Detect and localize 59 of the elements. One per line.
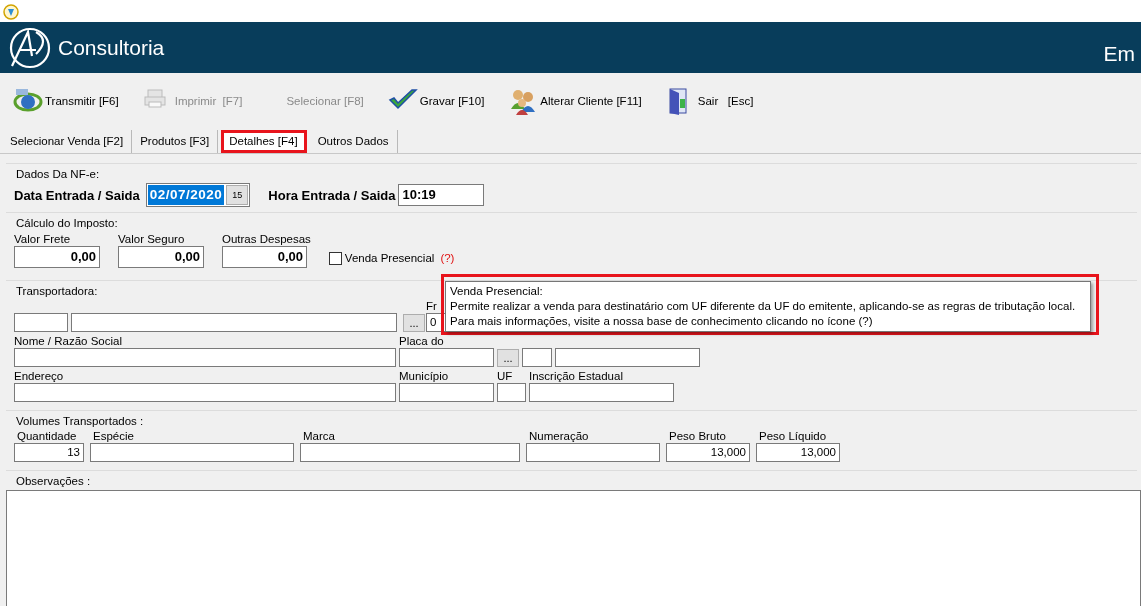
input-field[interactable]: 0,00 — [118, 245, 204, 268]
checkbox[interactable] — [328, 251, 342, 265]
input-field[interactable]: 0,00 — [222, 245, 307, 268]
input-field[interactable] — [300, 443, 520, 462]
browse-button[interactable]: ... — [497, 348, 519, 367]
group-label: Transportadora: — [16, 283, 98, 299]
input-field[interactable] — [71, 312, 397, 332]
field-label: Peso Líquido — [758, 430, 828, 443]
field-label: Município — [399, 369, 450, 383]
group-label: Observações : — [16, 474, 91, 489]
tab[interactable]: Detalhes [F4] — [221, 130, 307, 153]
input-field[interactable] — [399, 382, 494, 402]
toolbar-button[interactable]: Sair [Esc] — [662, 82, 757, 121]
input-field[interactable]: 0,00 — [14, 245, 100, 268]
field-label: Valor Seguro — [118, 232, 186, 246]
field-label: Endereço — [14, 369, 65, 383]
field-label: UF — [497, 369, 514, 383]
input-field[interactable] — [529, 382, 674, 402]
field-label: Espécie — [92, 430, 135, 443]
field-label: Numeração — [528, 430, 590, 443]
checkbox-label: Venda Presencial — [344, 251, 435, 265]
input-field[interactable] — [399, 347, 494, 367]
field-label: Hora Entrada / Saida — [268, 186, 396, 205]
calendar-button[interactable]: 15 — [226, 185, 249, 206]
group-label: Cálculo do Imposto: — [16, 216, 118, 232]
window-title: Em — [1103, 41, 1135, 67]
group-label: Dados Da NF-e: — [16, 167, 100, 182]
help-link[interactable]: (?) — [440, 251, 455, 265]
brand-name: Consultoria — [58, 34, 165, 61]
field-label: Data Entrada / Saida — [14, 186, 140, 205]
input-field[interactable]: 10:19 — [398, 184, 485, 207]
input-field[interactable] — [522, 347, 552, 367]
input-field[interactable]: 13,000 — [666, 443, 750, 462]
input-field[interactable] — [14, 347, 396, 367]
toolbar-button[interactable]: Gravar [F10] — [384, 82, 488, 121]
tooltip-text: Permite realizar a venda para destinatário com UF diferente da UF do emitente, aplicando-se as regras de tributação local. — [450, 299, 1077, 314]
toolbar-button[interactable]: Alterar Cliente [F11] — [505, 82, 645, 121]
input-field[interactable]: 13,000 — [756, 443, 840, 462]
field-label: Nome / Razão Social — [14, 334, 124, 348]
browse-button[interactable]: ... — [403, 313, 425, 332]
group-label: Volumes Transportados : — [16, 413, 144, 429]
field-label: Marca — [302, 430, 336, 443]
app-icon — [3, 3, 19, 20]
toolbar-button[interactable]: Transmitir [F6] — [10, 82, 122, 121]
field-label: Quantidade — [16, 430, 78, 443]
input-field[interactable] — [14, 382, 396, 402]
input-field[interactable] — [497, 382, 526, 402]
field-label: Valor Frete — [14, 232, 72, 246]
field-label: Peso Bruto — [668, 430, 727, 443]
date-field[interactable]: 02/07/2020 15 — [145, 183, 251, 208]
input-field[interactable] — [14, 312, 68, 332]
input-field[interactable] — [90, 443, 294, 462]
input-field[interactable]: 13 — [14, 443, 84, 462]
input-field[interactable] — [555, 347, 700, 367]
field-label: Inscrição Estadual — [529, 369, 624, 383]
field-label: Placa do — [399, 334, 445, 348]
tooltip-title: Venda Presencial: — [450, 284, 544, 299]
input-field[interactable] — [526, 443, 660, 462]
field-label: Outras Despesas — [222, 232, 311, 246]
